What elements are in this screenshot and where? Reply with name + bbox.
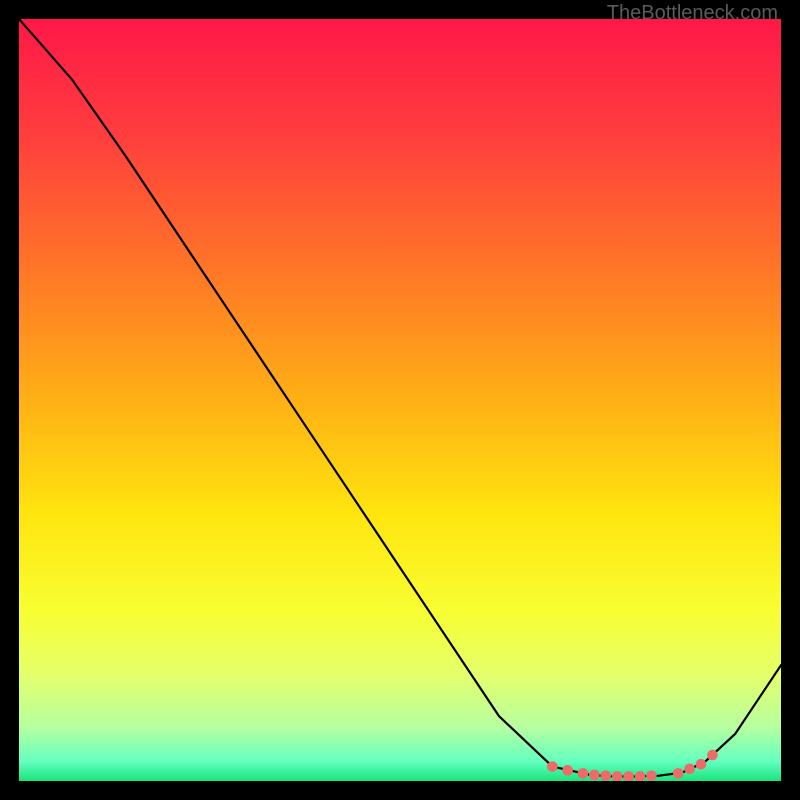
marker-dot — [562, 765, 573, 776]
marker-dot — [578, 768, 589, 779]
plot-area — [19, 19, 781, 781]
marker-dot — [547, 761, 558, 772]
marker-dot — [635, 771, 646, 781]
chart-stage: TheBottleneck.com — [0, 0, 800, 800]
bottleneck-curve — [19, 19, 781, 776]
marker-dot — [707, 750, 718, 761]
marker-dot — [673, 768, 684, 779]
watermark-label: TheBottleneck.com — [607, 2, 778, 25]
curve-layer — [19, 19, 781, 781]
marker-dot — [684, 764, 695, 775]
marker-dot — [623, 771, 634, 781]
marker-dot — [589, 770, 600, 781]
marker-dot — [600, 770, 611, 781]
marker-dot — [612, 771, 623, 781]
marker-dot — [696, 759, 707, 770]
marker-dot — [646, 770, 657, 781]
optimal-markers — [547, 750, 718, 781]
